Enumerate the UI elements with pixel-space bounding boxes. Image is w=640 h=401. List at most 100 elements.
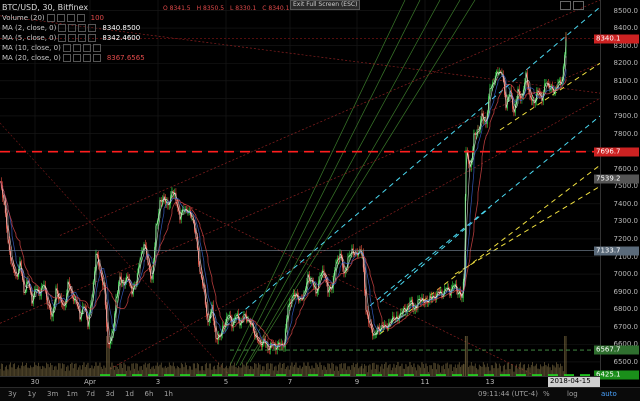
legend-row[interactable]: MA (5, close, 0)8342.4600 [2, 33, 145, 43]
chart-area[interactable]: BTC/USD, 30, Bitfinex Volume (20)100MA (… [0, 0, 600, 376]
chart-controls [560, 1, 584, 10]
eye-icon[interactable] [63, 54, 71, 62]
price-label: 8000.0 [614, 94, 639, 102]
volume-bar [74, 364, 75, 376]
volume-bar [495, 362, 496, 376]
volume-bar [384, 364, 385, 376]
range-button-1m[interactable]: 1m [67, 390, 78, 398]
volume-bar [333, 364, 334, 376]
legend-name: MA (2, close, 0) [2, 23, 56, 33]
candles [1, 32, 567, 354]
format-icon[interactable] [83, 44, 91, 52]
format-icon[interactable] [67, 14, 75, 22]
volume-bar [487, 363, 488, 376]
volume-bar [556, 362, 557, 376]
volume-bar [448, 368, 449, 376]
volume-bar [400, 366, 401, 376]
volume-bar [93, 369, 94, 376]
volume-bar [1, 363, 2, 376]
cyan-trendline [225, 7, 600, 327]
range-button-6h[interactable]: 6h [145, 390, 154, 398]
range-button-3m[interactable]: 3m [47, 390, 58, 398]
price-label: 7900.0 [614, 112, 639, 120]
gear-icon[interactable] [68, 24, 76, 32]
log-toggle[interactable]: log [567, 390, 578, 398]
volume-bar [9, 365, 10, 376]
volume-bar [162, 368, 163, 376]
settings-icon[interactable] [573, 1, 584, 10]
symbol-title[interactable]: BTC/USD, 30, Bitfinex [2, 3, 88, 13]
price-label: 6800.0 [614, 305, 639, 313]
eye-icon[interactable] [47, 14, 55, 22]
price-label: 7400.0 [614, 200, 639, 208]
close-icon[interactable] [77, 14, 85, 22]
gear-icon[interactable] [73, 54, 81, 62]
maximize-icon[interactable] [560, 1, 571, 10]
volume-bar [197, 363, 198, 376]
volume-bar [68, 366, 69, 376]
format-icon[interactable] [78, 34, 86, 42]
candle-body [554, 94, 555, 95]
gear-icon[interactable] [73, 44, 81, 52]
volume-bar [340, 364, 341, 376]
volume-bar [56, 367, 57, 376]
volume-bar [496, 364, 497, 376]
price-label: 7300.0 [614, 217, 639, 225]
range-button-3y[interactable]: 3y [8, 390, 17, 398]
volume-bar [540, 364, 541, 376]
price-tag: 6567.7 [594, 346, 639, 355]
legend-row[interactable]: Volume (20)100 [2, 13, 145, 23]
price-axis[interactable]: 8500.08400.08300.08200.08100.08000.07900… [600, 0, 640, 376]
eye-icon[interactable] [58, 34, 66, 42]
volume-bar [240, 368, 241, 376]
time-zone-label[interactable]: 09:11:44 (UTC-4) [478, 390, 538, 398]
volume-bar [96, 363, 97, 376]
close-icon[interactable] [88, 34, 96, 42]
close-icon[interactable] [88, 24, 96, 32]
volume-bar [62, 363, 63, 376]
volume-bar [292, 363, 293, 376]
eye-icon[interactable] [58, 24, 66, 32]
volume-bar [336, 366, 337, 376]
volume-bars [0, 336, 566, 376]
range-button-3d[interactable]: 3d [106, 390, 115, 398]
volume-bar [548, 364, 549, 376]
yellow-trendline [455, 186, 600, 274]
time-axis[interactable]: 2018-04-15 14:30:00 30Apr35791113 [0, 376, 600, 387]
legend-row[interactable]: MA (2, close, 0)8340.8500 [2, 23, 145, 33]
volume-bar [72, 363, 73, 376]
price-label: 8400.0 [614, 24, 639, 32]
gear-icon[interactable] [68, 34, 76, 42]
volume-bar [173, 363, 174, 376]
volume-bar [282, 364, 283, 376]
volume-bar [78, 367, 79, 376]
volume-bar [498, 368, 499, 376]
format-icon[interactable] [83, 54, 91, 62]
range-button-1h[interactable]: 1h [164, 390, 173, 398]
close-value: C 8340.1 [262, 5, 289, 12]
volume-bar [278, 365, 279, 376]
price-label: 6900.0 [614, 288, 639, 296]
format-icon[interactable] [78, 24, 86, 32]
legend-row[interactable]: MA (10, close, 0) [2, 43, 145, 53]
volume-bar [133, 363, 134, 376]
volume-bar [266, 364, 267, 376]
gear-icon[interactable] [57, 14, 65, 22]
percent-toggle[interactable]: % [543, 390, 550, 398]
volume-bar [178, 367, 179, 376]
volume-bar [149, 363, 150, 376]
range-button-1y[interactable]: 1y [28, 390, 37, 398]
volume-bar [54, 366, 55, 376]
volume-bar [305, 366, 306, 376]
exit-fullscreen-button[interactable]: Exit Full Screen (ESC) [290, 0, 360, 10]
price-label: 7800.0 [614, 130, 639, 138]
close-icon[interactable] [93, 44, 101, 52]
volume-bar [193, 363, 194, 376]
legend-row[interactable]: MA (20, close, 0)8367.6565 [2, 53, 145, 63]
range-button-7d[interactable]: 7d [86, 390, 95, 398]
close-icon[interactable] [93, 54, 101, 62]
auto-toggle[interactable]: auto [601, 390, 617, 398]
eye-icon[interactable] [63, 44, 71, 52]
range-button-1d[interactable]: 1d [125, 390, 134, 398]
volume-bar [88, 363, 89, 376]
